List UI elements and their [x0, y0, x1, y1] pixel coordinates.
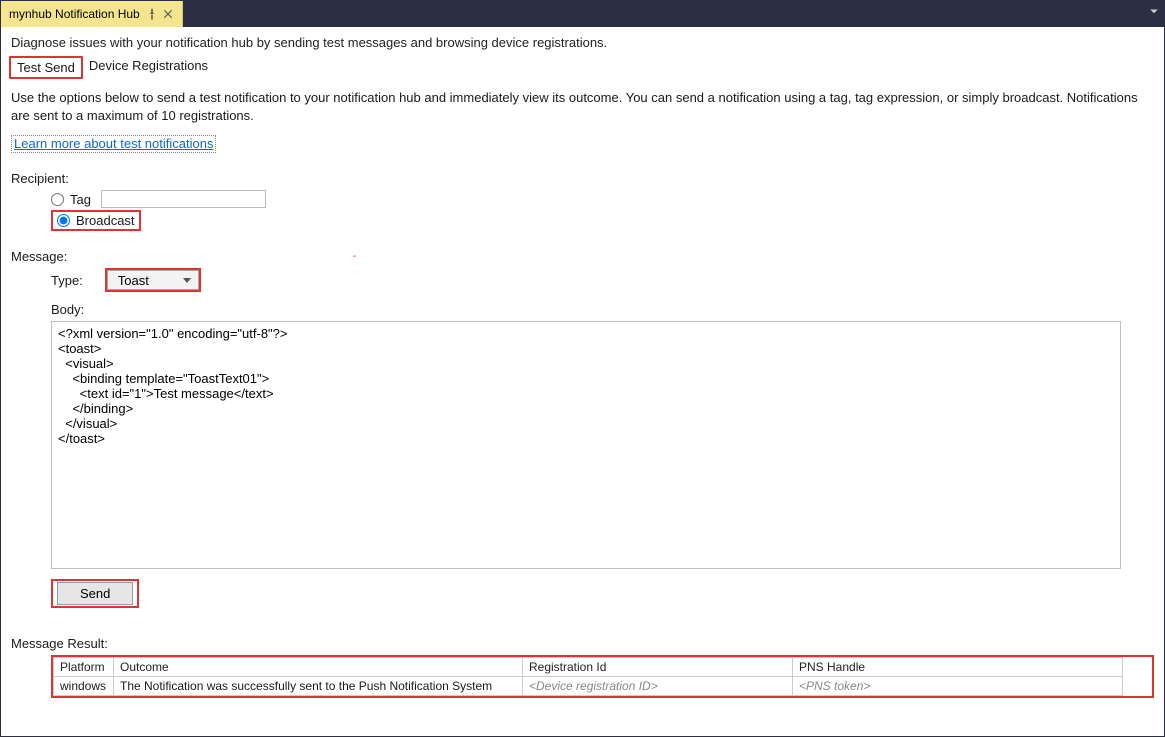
- send-highlight: Send: [51, 579, 139, 608]
- broadcast-radio[interactable]: [57, 214, 70, 227]
- document-tab[interactable]: mynhub Notification Hub: [1, 1, 183, 27]
- description-text: Use the options below to send a test not…: [11, 89, 1154, 125]
- main-content: Diagnose issues with your notification h…: [1, 27, 1164, 708]
- document-tab-label: mynhub Notification Hub: [9, 7, 140, 21]
- broadcast-highlight: Broadcast: [51, 210, 141, 231]
- intro-text: Diagnose issues with your notification h…: [11, 35, 1154, 50]
- result-label: Message Result:: [11, 636, 1154, 651]
- message-label: Message: -: [11, 249, 1154, 264]
- broadcast-radio-label: Broadcast: [76, 213, 135, 228]
- pin-icon[interactable]: [146, 8, 158, 20]
- send-button[interactable]: Send: [57, 582, 133, 605]
- tag-input[interactable]: [101, 190, 266, 208]
- table-header-row: Platform Outcome Registration Id PNS Han…: [54, 658, 1123, 677]
- tag-radio[interactable]: [51, 193, 64, 206]
- recipient-tag-row: Tag: [51, 190, 1154, 208]
- recipient-broadcast-row: Broadcast: [51, 210, 1154, 231]
- cell-platform: windows: [54, 677, 114, 696]
- dropdown-icon[interactable]: [1148, 5, 1160, 20]
- body-label: Body:: [51, 302, 1154, 317]
- close-icon[interactable]: [162, 8, 174, 20]
- cell-outcome: The Notification was successfully sent t…: [114, 677, 523, 696]
- cell-registration: <Device registration ID>: [523, 677, 793, 696]
- recipient-label: Recipient:: [11, 171, 1154, 186]
- type-label: Type:: [51, 273, 83, 288]
- type-select[interactable]: Toast: [107, 270, 199, 290]
- send-wrap: Send: [51, 579, 1154, 608]
- learn-more-link[interactable]: Learn more about test notifications: [14, 136, 213, 151]
- col-platform: Platform: [54, 658, 114, 677]
- cell-pns: <PNS token>: [793, 677, 1123, 696]
- col-pns: PNS Handle: [793, 658, 1123, 677]
- result-table: Platform Outcome Registration Id PNS Han…: [53, 657, 1123, 696]
- learn-more-wrap: Learn more about test notifications: [11, 135, 216, 153]
- col-outcome: Outcome: [114, 658, 523, 677]
- col-registration: Registration Id: [523, 658, 793, 677]
- type-highlight: Toast: [105, 268, 201, 292]
- body-textarea[interactable]: [51, 321, 1121, 569]
- tab-test-send[interactable]: Test Send: [9, 56, 83, 79]
- result-highlight: Platform Outcome Registration Id PNS Han…: [51, 655, 1154, 698]
- titlebar: mynhub Notification Hub: [1, 1, 1164, 27]
- tab-device-registrations[interactable]: Device Registrations: [83, 56, 214, 79]
- tag-radio-label: Tag: [70, 192, 91, 207]
- table-row: windows The Notification was successfull…: [54, 677, 1123, 696]
- type-row: Type: Toast: [51, 268, 1154, 292]
- marker-dot-icon: -: [353, 251, 356, 262]
- subtabs: Test Send Device Registrations: [9, 56, 1154, 79]
